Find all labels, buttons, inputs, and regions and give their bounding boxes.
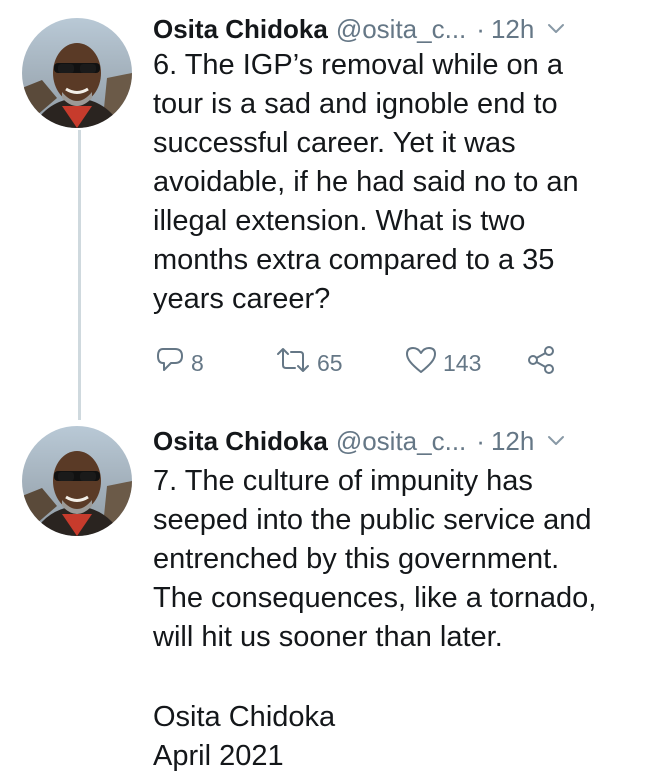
timestamp[interactable]: 12h	[491, 14, 534, 45]
signature-name: Osita Chidoka	[153, 701, 336, 733]
user-handle[interactable]: @osita_c...	[336, 14, 466, 45]
tweet-actions: 8 65 143	[155, 343, 595, 383]
retweet-icon	[275, 345, 311, 381]
share-button[interactable]	[525, 343, 557, 383]
chevron-down-icon[interactable]	[546, 431, 566, 451]
reply-button[interactable]: 8	[155, 343, 204, 383]
retweet-count: 65	[317, 349, 343, 376]
display-name[interactable]: Osita Chidoka	[153, 426, 328, 457]
timestamp[interactable]: 12h	[491, 426, 534, 457]
chevron-down-icon[interactable]	[546, 19, 566, 39]
reply-count: 8	[191, 349, 204, 376]
tweet-header: Osita Chidoka @osita_c... · 12h	[153, 424, 636, 458]
tweet-header: Osita Chidoka @osita_c... · 12h	[153, 12, 636, 46]
separator-dot: ·	[476, 425, 485, 456]
display-name[interactable]: Osita Chidoka	[153, 14, 328, 45]
thread-connector-line	[78, 130, 81, 420]
signature-date: April 2021	[153, 740, 284, 772]
share-icon	[525, 344, 557, 382]
user-handle[interactable]: @osita_c...	[336, 426, 466, 457]
reply-icon	[155, 345, 185, 381]
retweet-button[interactable]: 65	[275, 343, 343, 383]
signature: Osita Chidoka April 2021	[153, 698, 335, 776]
tweet-text: 7. The culture of impunity has seeped in…	[153, 465, 597, 653]
like-button[interactable]: 143	[405, 343, 481, 383]
avatar[interactable]	[22, 18, 132, 128]
avatar[interactable]	[22, 426, 132, 536]
tweet-text: 6. The IGP’s removal while on a tour is …	[153, 49, 579, 315]
like-count: 143	[443, 349, 482, 376]
heart-icon	[405, 345, 437, 381]
separator-dot: ·	[476, 13, 485, 44]
